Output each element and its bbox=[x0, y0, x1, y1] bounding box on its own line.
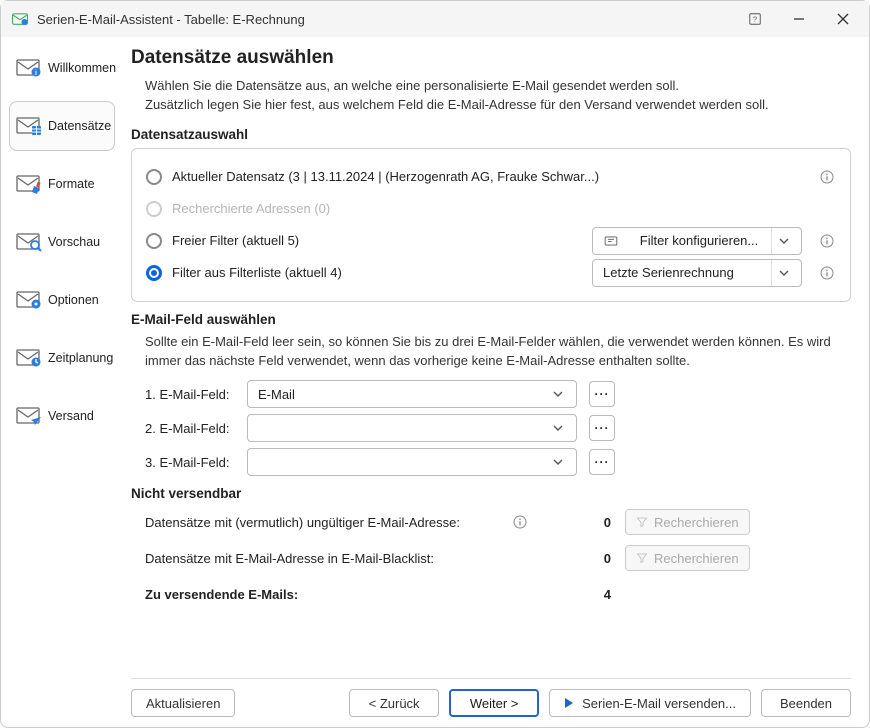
envelope-pencil-icon bbox=[16, 174, 42, 194]
envelope-gear-icon bbox=[16, 290, 42, 310]
nav-datensaetze[interactable]: Datensätze bbox=[9, 101, 115, 151]
minimize-button[interactable] bbox=[777, 4, 821, 34]
radio-recherchiert bbox=[146, 201, 162, 217]
radio-filterliste-label: Filter aus Filterliste (aktuell 4) bbox=[172, 265, 582, 280]
section-emailfeld-heading: E-Mail-Feld auswählen bbox=[131, 312, 851, 327]
nav-label: Formate bbox=[48, 177, 95, 191]
blacklist-email-count: 0 bbox=[545, 551, 625, 566]
filterliste-dropdown[interactable]: Letzte Serienrechnung bbox=[592, 259, 802, 287]
emailfeld2-label: 2. E-Mail-Feld: bbox=[145, 421, 235, 436]
nav-formate[interactable]: Formate bbox=[9, 159, 115, 209]
close-app-button[interactable]: Beenden bbox=[761, 689, 851, 717]
nav-label: Optionen bbox=[48, 293, 99, 307]
emailfeld3-label: 3. E-Mail-Feld: bbox=[145, 455, 235, 470]
info-icon[interactable] bbox=[511, 513, 529, 531]
radio-freier-filter[interactable] bbox=[146, 233, 162, 249]
recherchieren-blacklist-button: Recherchieren bbox=[625, 545, 750, 571]
total-emails-value: 4 bbox=[545, 587, 625, 602]
total-emails-label: Zu versendende E-Mails: bbox=[145, 587, 545, 602]
page-intro: Wählen Sie die Datensätze aus, an welche… bbox=[145, 77, 851, 115]
radio-freier-filter-label: Freier Filter (aktuell 5) bbox=[172, 233, 582, 248]
main-content: Datensätze auswählen Wählen Sie die Date… bbox=[121, 37, 869, 727]
filter-config-dropdown[interactable]: Filter konfigurieren... bbox=[592, 227, 802, 255]
info-icon[interactable] bbox=[818, 232, 836, 250]
radio-recherchiert-label: Recherchierte Adressen (0) bbox=[172, 201, 836, 216]
svg-text:?: ? bbox=[753, 14, 757, 23]
blacklist-email-label: Datensätze mit E-Mail-Adresse in E-Mail-… bbox=[145, 551, 505, 566]
radio-current-label: Aktueller Datensatz (3 | 13.11.2024 | (H… bbox=[172, 169, 802, 184]
envelope-clock-icon bbox=[16, 348, 42, 368]
refresh-button[interactable]: Aktualisieren bbox=[131, 689, 235, 717]
info-icon[interactable] bbox=[818, 264, 836, 282]
section-nichtversendbar-heading: Nicht versendbar bbox=[131, 486, 851, 501]
play-icon bbox=[564, 697, 574, 709]
titlebar: Serien-E-Mail-Assistent - Tabelle: E-Rec… bbox=[1, 1, 869, 37]
emailfeld2-dropdown[interactable] bbox=[247, 414, 577, 442]
nav-zeitplanung[interactable]: Zeitplanung bbox=[9, 333, 115, 383]
next-button[interactable]: Weiter > bbox=[449, 689, 539, 717]
recherchieren-invalid-button: Recherchieren bbox=[625, 509, 750, 535]
emailfeld2-more-button[interactable]: ··· bbox=[589, 415, 615, 441]
funnel-icon bbox=[636, 516, 648, 528]
footer: Aktualisieren < Zurück Weiter > Serien-E… bbox=[131, 678, 851, 717]
close-button[interactable] bbox=[821, 4, 865, 34]
radio-current-record[interactable] bbox=[146, 169, 162, 185]
nav-willkommen[interactable]: i Willkommen bbox=[9, 43, 115, 93]
nav-vorschau[interactable]: Vorschau bbox=[9, 217, 115, 267]
back-button[interactable]: < Zurück bbox=[349, 689, 439, 717]
nav-label: Zeitplanung bbox=[48, 351, 113, 365]
nav-label: Willkommen bbox=[48, 61, 116, 75]
help-button[interactable]: ? bbox=[733, 4, 777, 34]
emailfeld1-more-button[interactable]: ··· bbox=[589, 381, 615, 407]
chevron-down-icon bbox=[546, 415, 570, 441]
nav-label: Versand bbox=[48, 409, 94, 423]
datensatzauswahl-panel: Aktueller Datensatz (3 | 13.11.2024 | (H… bbox=[131, 148, 851, 302]
chevron-down-icon bbox=[546, 381, 570, 407]
sidebar: i Willkommen Datensätze Formate Vorschau bbox=[1, 37, 121, 727]
emailfeld1-value: E-Mail bbox=[258, 387, 546, 402]
emailfeld3-dropdown[interactable] bbox=[247, 448, 577, 476]
app-icon bbox=[11, 10, 29, 28]
chevron-down-icon bbox=[771, 260, 795, 286]
emailfeld1-dropdown[interactable]: E-Mail bbox=[247, 380, 577, 408]
send-serien-email-button[interactable]: Serien-E-Mail versenden... bbox=[549, 689, 751, 717]
envelope-search-icon bbox=[16, 232, 42, 252]
radio-filterliste[interactable] bbox=[146, 265, 162, 281]
emailfeld3-more-button[interactable]: ··· bbox=[589, 449, 615, 475]
nav-label: Vorschau bbox=[48, 235, 100, 249]
chevron-down-icon bbox=[771, 228, 795, 254]
section-datensatzauswahl-heading: Datensatzauswahl bbox=[131, 127, 851, 142]
info-icon[interactable] bbox=[818, 168, 836, 186]
emailfeld-desc: Sollte ein E-Mail-Feld leer sein, so kön… bbox=[145, 333, 851, 371]
emailfeld1-label: 1. E-Mail-Feld: bbox=[145, 387, 235, 402]
nav-label: Datensätze bbox=[48, 119, 111, 133]
nav-versand[interactable]: Versand bbox=[9, 391, 115, 441]
envelope-send-icon bbox=[16, 406, 42, 426]
filterliste-selected: Letzte Serienrechnung bbox=[603, 265, 771, 280]
filter-config-icon bbox=[603, 234, 619, 248]
invalid-email-count: 0 bbox=[545, 515, 625, 530]
envelope-icon: i bbox=[16, 58, 42, 78]
window-title: Serien-E-Mail-Assistent - Tabelle: E-Rec… bbox=[37, 12, 733, 27]
envelope-table-icon bbox=[16, 116, 42, 136]
page-title: Datensätze auswählen bbox=[131, 47, 851, 69]
funnel-icon bbox=[636, 552, 648, 564]
svg-text:i: i bbox=[35, 70, 37, 77]
filter-config-text: Filter konfigurieren... bbox=[627, 233, 771, 248]
invalid-email-label: Datensätze mit (vermutlich) ungültiger E… bbox=[145, 515, 505, 530]
chevron-down-icon bbox=[546, 449, 570, 475]
nav-optionen[interactable]: Optionen bbox=[9, 275, 115, 325]
